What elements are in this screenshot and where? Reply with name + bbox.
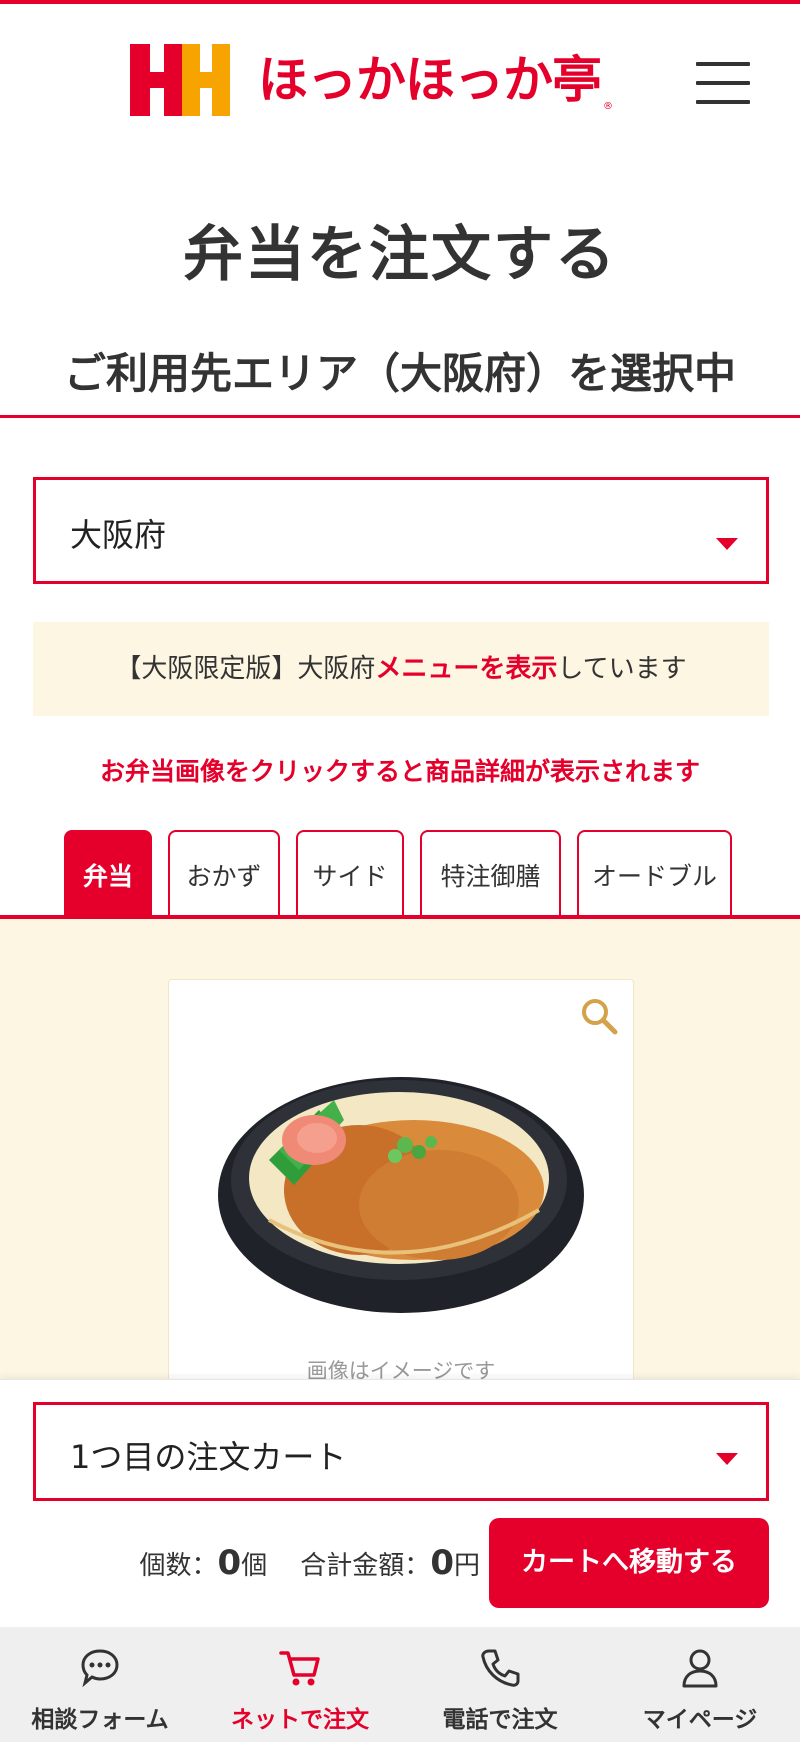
phone-icon xyxy=(481,1649,520,1687)
page-title: 弁当を注文する xyxy=(183,220,617,290)
click-hint: お弁当画像をクリックすると商品詳細が表示されます xyxy=(99,757,700,786)
nav-item-consultation[interactable]: 相談フォーム xyxy=(0,1627,200,1742)
notice-prefix: 【大阪限定版】大阪府 xyxy=(115,654,376,684)
cart-icon xyxy=(279,1651,320,1686)
cart-select[interactable]: 1つ目の注文カート xyxy=(33,1402,769,1501)
area-title: ご利用先エリア（大阪府）を選択中 xyxy=(63,349,736,398)
area-notice: 【大阪限定版】大阪府メニューを表示しています xyxy=(33,622,769,716)
hamburger-menu-icon[interactable] xyxy=(696,62,750,104)
tab-side[interactable]: サイド xyxy=(296,830,404,917)
nav-label: 相談フォーム xyxy=(31,1707,169,1733)
tab-label: 特注御膳 xyxy=(440,861,541,891)
total-label: 合計金額： xyxy=(300,1551,431,1581)
bottom-navigation: 相談フォーム ネットで注文 電話で注文 マイページ xyxy=(0,1627,800,1742)
notice-suffix: しています xyxy=(557,654,687,684)
nav-item-mypage[interactable]: マイページ xyxy=(600,1627,800,1742)
cart-panel: 1つ目の注文カート 個数：0個 合計金額：0円 カートへ移動する xyxy=(0,1379,800,1627)
tab-label: おかず xyxy=(186,861,262,891)
tab-bento[interactable]: 弁当 xyxy=(64,830,152,917)
count-label: 個数： xyxy=(139,1551,218,1581)
user-icon xyxy=(682,1649,718,1688)
area-select-value: 大阪府 xyxy=(70,516,167,554)
nav-item-phone-order[interactable]: 電話で注文 xyxy=(400,1627,600,1742)
tab-label: 弁当 xyxy=(82,861,133,891)
cart-select-value: 1つ目の注文カート xyxy=(70,1438,347,1476)
tab-special-gozen[interactable]: 特注御膳 xyxy=(420,830,561,917)
zoom-search-icon[interactable] xyxy=(579,996,619,1036)
chevron-down-icon xyxy=(716,1453,738,1465)
logo-mark-icon xyxy=(130,44,230,116)
nav-label: ネットで注文 xyxy=(231,1707,369,1733)
tab-hors-doeuvre[interactable]: オードブル xyxy=(577,830,732,917)
tab-label: オードブル xyxy=(591,861,717,891)
total-value: 0 xyxy=(430,1543,454,1583)
tab-label: サイド xyxy=(312,861,388,891)
count-unit: 個 xyxy=(241,1551,268,1581)
chat-bubble-icon xyxy=(81,1649,119,1688)
site-header: ほっかほっか亭 ® xyxy=(0,4,800,144)
total-unit: 円 xyxy=(453,1551,480,1581)
area-select[interactable]: 大阪府 xyxy=(33,477,769,584)
cart-summary: 個数：0個 合計金額：0円 xyxy=(0,1543,480,1583)
product-list: 画像はイメージです xyxy=(0,919,800,1399)
registered-mark: ® xyxy=(603,101,613,112)
brand-logo[interactable]: ほっかほっか亭 ® xyxy=(130,44,613,116)
tab-okazu[interactable]: おかず xyxy=(168,830,280,917)
notice-highlight: メニューを表示 xyxy=(375,654,558,684)
divider xyxy=(0,415,800,418)
logo-wordmark: ほっかほっか亭 xyxy=(258,50,602,109)
nav-item-net-order[interactable]: ネットで注文 xyxy=(200,1627,400,1742)
go-to-cart-button[interactable]: カートへ移動する xyxy=(489,1518,769,1608)
category-tabs: 弁当 おかず サイド 特注御膳 オードブル xyxy=(64,830,732,917)
bento-image[interactable] xyxy=(209,1040,589,1330)
nav-label: 電話で注文 xyxy=(442,1707,558,1733)
chevron-down-icon xyxy=(716,538,738,550)
product-card[interactable]: 画像はイメージです xyxy=(168,979,634,1399)
nav-label: マイページ xyxy=(642,1707,758,1733)
count-value: 0 xyxy=(217,1543,242,1583)
